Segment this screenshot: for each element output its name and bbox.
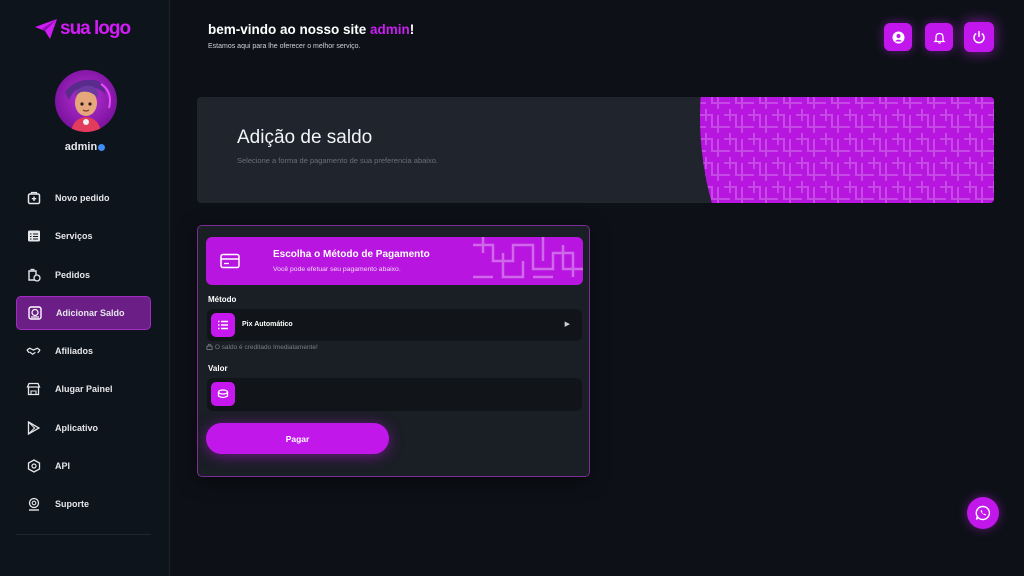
sidebar-item-pedidos[interactable]: Pedidos	[16, 258, 151, 292]
welcome-subtitle: Estamos aqui para lhe oferecer o melhor …	[208, 43, 361, 50]
logout-button[interactable]	[964, 22, 994, 52]
sidebar-divider	[16, 534, 151, 535]
orders-icon	[26, 267, 41, 282]
amount-field[interactable]	[207, 378, 582, 411]
payment-card-header: Escolha o Método de Pagamento Você pode …	[206, 237, 583, 285]
logo[interactable]: sua logo	[34, 18, 131, 40]
sidebar: sua logo admin Novo pedido Serviços Pedi…	[0, 0, 170, 576]
payment-method-value: Pix Automático	[242, 321, 293, 328]
sidebar-item-servicos[interactable]: Serviços	[16, 219, 151, 253]
sidebar-item-label: Novo pedido	[55, 193, 110, 203]
sidebar-item-label: API	[55, 461, 71, 472]
sidebar-item-afiliados[interactable]: Afiliados	[16, 334, 151, 368]
sidebar-item-label: Serviços	[55, 231, 93, 242]
payment-card-subtitle: Você pode efetuar seu pagamento abaixo.	[273, 266, 401, 273]
welcome-prefix: bem-vindo ao nosso site	[208, 22, 371, 37]
banner-decoration	[700, 97, 994, 203]
sidebar-item-label: Aplicativo	[55, 422, 99, 433]
welcome-suffix: !	[409, 22, 415, 37]
lock-icon	[206, 343, 213, 350]
notifications-button[interactable]	[925, 23, 953, 51]
power-icon	[973, 31, 985, 44]
credit-card-icon	[220, 253, 240, 269]
sidebar-item-novo-pedido[interactable]: Novo pedido	[16, 181, 151, 215]
dropdown-arrow-icon: ▶	[564, 321, 570, 328]
whatsapp-icon	[975, 505, 991, 521]
welcome-username: admin	[370, 22, 410, 37]
amount-label: Valor	[208, 364, 228, 373]
page-banner: Adição de saldo Selecione a forma de pag…	[197, 97, 994, 203]
sidebar-item-label: Afiliados	[55, 346, 94, 357]
cart-plus-icon	[26, 191, 41, 206]
play-store-icon	[26, 420, 41, 435]
sidebar-item-label: Adicionar Saldo	[56, 307, 125, 318]
pay-button[interactable]: Pagar	[206, 423, 389, 454]
avatar[interactable]	[55, 70, 117, 132]
api-icon	[26, 459, 41, 474]
headset-icon	[26, 497, 41, 512]
username-text: admin	[64, 141, 98, 153]
list-icon	[211, 313, 235, 337]
profile-button[interactable]	[884, 23, 912, 51]
bell-icon	[932, 32, 946, 44]
payment-card: Escolha o Método de Pagamento Você pode …	[197, 225, 590, 477]
list-icon	[26, 229, 41, 244]
logo-text: sua logo	[60, 18, 131, 39]
sidebar-item-aplicativo[interactable]: Aplicativo	[16, 411, 151, 445]
sidebar-item-alugar-painel[interactable]: Alugar Painel	[16, 372, 151, 406]
coins-icon	[211, 382, 235, 406]
payment-method-select[interactable]: Pix Automático ▶	[207, 309, 582, 341]
maze-pattern	[473, 237, 583, 279]
sidebar-item-adicionar-saldo[interactable]: Adicionar Saldo	[16, 295, 151, 330]
page-subtitle: Selecione a forma de pagamento de sua pr…	[237, 156, 438, 165]
welcome-heading: bem-vindo ao nosso site admin!	[208, 22, 414, 37]
method-label: Método	[208, 295, 237, 304]
money-bag-icon	[27, 305, 42, 320]
amount-input[interactable]	[241, 378, 571, 411]
payment-card-title: Escolha o Método de Pagamento	[273, 249, 430, 260]
user-circle-icon	[892, 31, 904, 43]
method-hint-text: O saldo é creditado Imediatamente!	[214, 344, 318, 351]
store-icon	[26, 382, 41, 397]
avatar-image	[65, 79, 111, 132]
page-title: Adição de saldo	[237, 127, 373, 148]
sidebar-item-label: Alugar Painel	[55, 384, 113, 395]
sidebar-item-label: Pedidos	[55, 269, 91, 280]
sidebar-item-api[interactable]: API	[16, 449, 151, 483]
handshake-icon	[26, 344, 41, 359]
sidebar-item-suporte[interactable]: Suporte	[16, 487, 151, 521]
sidebar-menu: Novo pedido Serviços Pedidos Adicionar S…	[16, 181, 151, 526]
username: admin	[0, 141, 170, 153]
method-hint: O saldo é creditado Imediatamente!	[206, 343, 318, 351]
scrollbar[interactable]	[1018, 0, 1024, 576]
whatsapp-button[interactable]	[967, 497, 999, 529]
sidebar-item-label: Suporte	[55, 499, 90, 510]
paper-plane-icon	[35, 19, 57, 39]
verified-badge-icon	[98, 144, 106, 151]
